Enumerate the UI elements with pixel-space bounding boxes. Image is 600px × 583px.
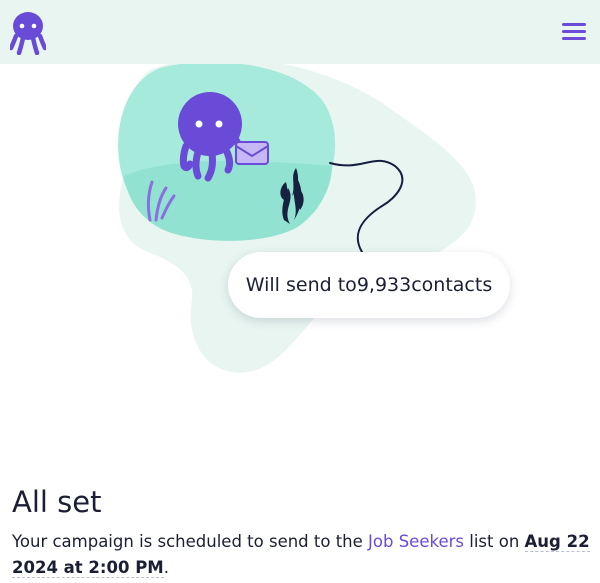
send-pill-suffix: contacts (411, 274, 493, 296)
contact-count: 9,933 (356, 274, 412, 296)
send-pill-prefix: Will send to (245, 274, 357, 296)
top-bar (0, 0, 600, 64)
recipient-count-pill: Will send to 9,933 contacts (228, 252, 510, 318)
page-title: All set (12, 485, 102, 519)
summary-text-start: Your campaign is scheduled to send to th… (12, 532, 369, 551)
octopus-logo-icon[interactable] (10, 11, 46, 55)
summary-text-end: . (163, 558, 169, 577)
schedule-summary: Your campaign is scheduled to send to th… (12, 529, 597, 581)
send-illustration (0, 57, 600, 394)
summary-text-middle: list on (464, 532, 525, 551)
hamburger-menu-icon[interactable] (560, 20, 588, 44)
envelope-icon (235, 141, 269, 165)
octopus-illustration (118, 57, 476, 373)
job-seekers-list-link[interactable]: Job Seekers (368, 532, 464, 551)
